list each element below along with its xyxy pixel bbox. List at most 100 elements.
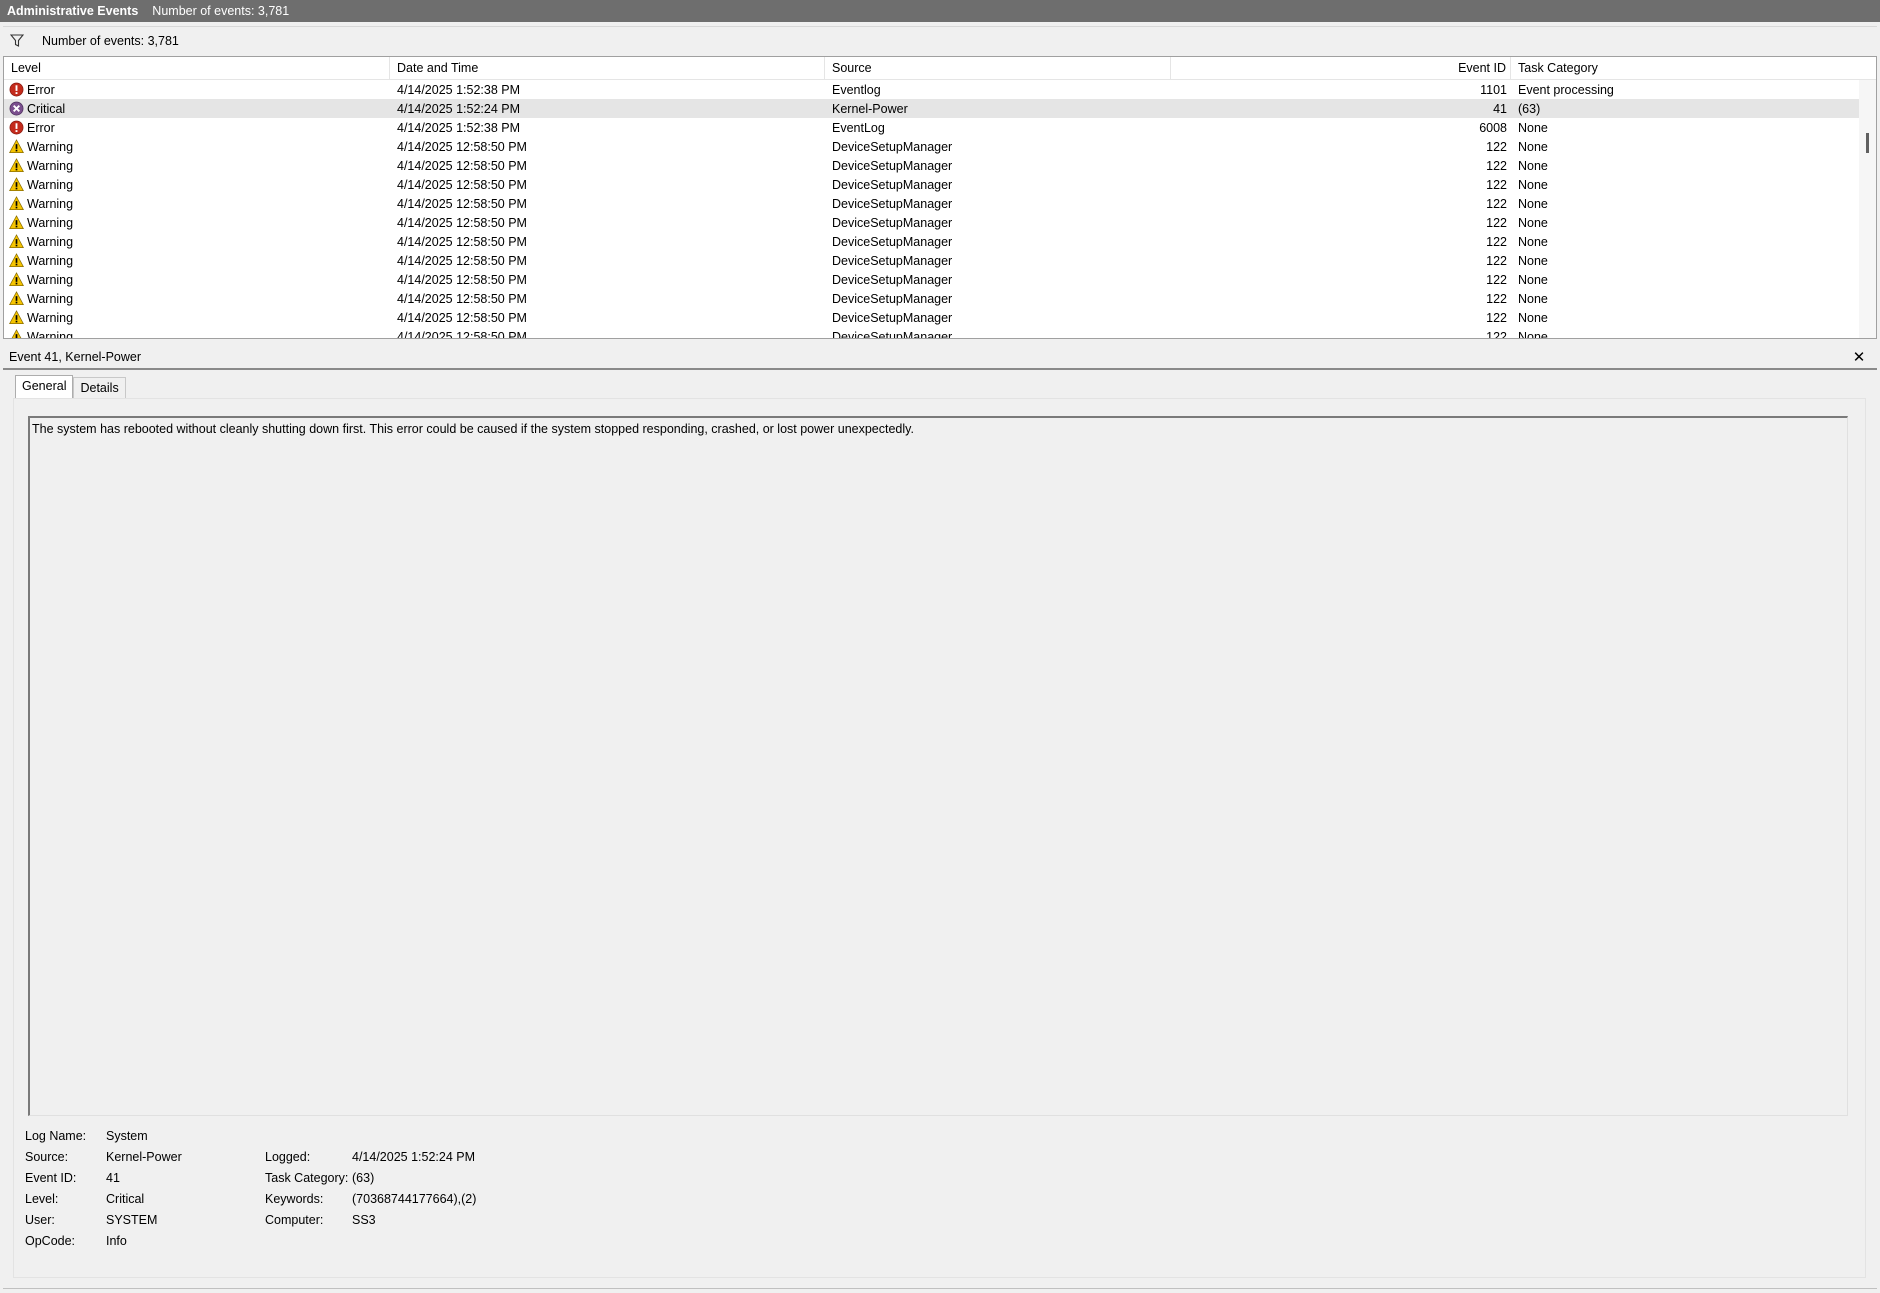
level-text: Warning xyxy=(27,253,74,268)
cell-level: Warning xyxy=(4,291,390,306)
table-row[interactable]: Warning 4/14/2025 12:58:50 PM DeviceSetupM… xyxy=(4,175,1876,194)
cell-source: DeviceSetupManager xyxy=(832,158,953,173)
prop-value-log-name: System xyxy=(106,1129,148,1143)
cell-task-category: None xyxy=(1518,215,1548,230)
warning-icon xyxy=(9,310,27,325)
cell-level: Error xyxy=(4,120,390,135)
prop-value-computer: SS3 xyxy=(352,1213,376,1227)
cell-date: 4/14/2025 12:58:50 PM xyxy=(397,177,527,192)
column-header-task-category[interactable]: Task Category xyxy=(1511,57,1861,80)
warning-icon xyxy=(9,253,27,268)
table-row[interactable]: Error 4/14/2025 1:52:38 PM EventLog 6008 Non… xyxy=(4,118,1876,137)
cell-level: Warning xyxy=(4,158,390,173)
cell-source: DeviceSetupManager xyxy=(832,215,953,230)
cell-source: DeviceSetupManager xyxy=(832,234,953,249)
cell-date: 4/14/2025 12:58:50 PM xyxy=(397,234,527,249)
table-row[interactable]: Warning 4/14/2025 12:58:50 PM DeviceSetupM… xyxy=(4,308,1876,327)
cell-date: 4/14/2025 1:52:24 PM xyxy=(397,101,521,116)
error-icon xyxy=(9,82,27,97)
prop-label-logged: Logged: xyxy=(265,1150,311,1164)
detail-header: Event 41, Kernel-Power ✕ xyxy=(3,346,1877,370)
level-text: Warning xyxy=(27,215,74,230)
warning-icon xyxy=(9,291,27,306)
table-row[interactable]: Error 4/14/2025 1:52:38 PM Eventlog 1101 Eve… xyxy=(4,80,1876,99)
warning-icon xyxy=(9,196,27,211)
description-text: The system has rebooted without cleanly … xyxy=(32,422,914,436)
warning-icon xyxy=(9,158,27,173)
prop-value-logged: 4/14/2025 1:52:24 PM xyxy=(352,1150,476,1164)
table-row[interactable]: Warning 4/14/2025 12:58:50 PM DeviceSetupM… xyxy=(4,289,1876,308)
level-text: Error xyxy=(27,120,55,135)
prop-value-event-id: 41 xyxy=(106,1171,120,1185)
cell-source: DeviceSetupManager xyxy=(832,329,953,339)
cell-level: Warning xyxy=(4,177,390,192)
scrollbar-thumb[interactable] xyxy=(1866,133,1869,153)
level-text: Error xyxy=(27,82,55,97)
cell-source: Kernel-Power xyxy=(832,101,908,116)
column-header-event-id[interactable]: Event ID xyxy=(1171,57,1511,80)
column-header-level[interactable]: Level xyxy=(4,57,390,80)
column-header-date[interactable]: Date and Time xyxy=(390,57,825,80)
cell-date: 4/14/2025 12:58:50 PM xyxy=(397,196,527,211)
cell-level: Warning xyxy=(4,139,390,154)
title-bar: Administrative Events Number of events: … xyxy=(0,0,1880,22)
level-text: Warning xyxy=(27,272,74,287)
cell-level: Critical xyxy=(4,101,390,116)
cell-date: 4/14/2025 12:58:50 PM xyxy=(397,139,527,154)
filter-icon[interactable] xyxy=(10,33,26,49)
event-rows: Error 4/14/2025 1:52:38 PM Eventlog 1101 Eve… xyxy=(4,80,1876,339)
cell-event-id: 122 xyxy=(1486,253,1507,268)
warning-icon xyxy=(9,329,27,338)
table-row[interactable]: Warning 4/14/2025 12:58:50 PM DeviceSetupM… xyxy=(4,251,1876,270)
level-text: Warning xyxy=(27,139,74,154)
table-row[interactable]: Warning 4/14/2025 12:58:50 PM DeviceSetupM… xyxy=(4,232,1876,251)
cell-event-id: 122 xyxy=(1486,329,1507,339)
prop-value-keywords: (70368744177664),(2) xyxy=(352,1192,477,1206)
event-list-header: Level Date and Time Source Event ID Task… xyxy=(4,57,1876,80)
critical-icon xyxy=(9,101,27,116)
cell-source: DeviceSetupManager xyxy=(832,196,953,211)
prop-label-user: User: xyxy=(25,1213,55,1227)
prop-label-opcode: OpCode: xyxy=(25,1234,76,1248)
table-row[interactable]: Warning 4/14/2025 12:58:50 PM DeviceSetupM… xyxy=(4,213,1876,232)
table-row[interactable]: Warning 4/14/2025 12:58:50 PM DeviceSetupM… xyxy=(4,137,1876,156)
table-row[interactable]: Warning 4/14/2025 12:58:50 PM DeviceSetupM… xyxy=(4,270,1876,289)
tab-details[interactable]: Details xyxy=(73,377,126,399)
prop-label-source: Source: xyxy=(25,1150,69,1164)
cell-task-category: (63) xyxy=(1518,101,1541,116)
table-row[interactable]: Warning 4/14/2025 12:58:50 PM DeviceSetupM… xyxy=(4,194,1876,213)
close-icon[interactable]: ✕ xyxy=(1851,349,1867,366)
error-icon xyxy=(9,120,27,135)
prop-value-level: Critical xyxy=(106,1192,145,1206)
cell-event-id: 122 xyxy=(1486,158,1507,173)
general-tab-panel: The system has rebooted without cleanly … xyxy=(13,398,1866,1278)
cell-task-category: None xyxy=(1518,120,1548,135)
cell-task-category: None xyxy=(1518,291,1548,306)
cell-event-id: 122 xyxy=(1486,215,1507,230)
event-description[interactable]: The system has rebooted without cleanly … xyxy=(28,416,1848,1116)
table-row[interactable]: Warning 4/14/2025 12:58:50 PM DeviceSetupM… xyxy=(4,327,1876,339)
level-text: Warning xyxy=(27,291,74,306)
cell-date: 4/14/2025 12:58:50 PM xyxy=(397,291,527,306)
vertical-scrollbar[interactable] xyxy=(1859,80,1876,338)
column-header-source[interactable]: Source xyxy=(825,57,1171,80)
cell-level: Warning xyxy=(4,329,390,338)
prop-value-source: Kernel-Power xyxy=(106,1150,182,1164)
cell-date: 4/14/2025 12:58:50 PM xyxy=(397,329,527,339)
cell-event-id: 122 xyxy=(1486,139,1507,154)
table-row[interactable]: Warning 4/14/2025 12:58:50 PM DeviceSetupM… xyxy=(4,156,1876,175)
cell-source: DeviceSetupManager xyxy=(832,272,953,287)
cell-source: DeviceSetupManager xyxy=(832,310,953,325)
cell-event-id: 41 xyxy=(1493,101,1507,116)
warning-icon xyxy=(9,272,27,287)
prop-value-opcode: Info xyxy=(106,1234,127,1248)
cell-date: 4/14/2025 12:58:50 PM xyxy=(397,253,527,268)
table-row[interactable]: Critical 4/14/2025 1:52:24 PM Kernel-Power… xyxy=(4,99,1876,118)
warning-icon xyxy=(9,234,27,249)
tab-general[interactable]: General xyxy=(15,375,74,399)
level-text: Warning xyxy=(27,158,74,173)
cell-event-id: 1101 xyxy=(1480,82,1507,97)
detail-tabs: General Details xyxy=(15,375,126,399)
cell-event-id: 122 xyxy=(1486,272,1507,287)
cell-event-id: 122 xyxy=(1486,310,1507,325)
